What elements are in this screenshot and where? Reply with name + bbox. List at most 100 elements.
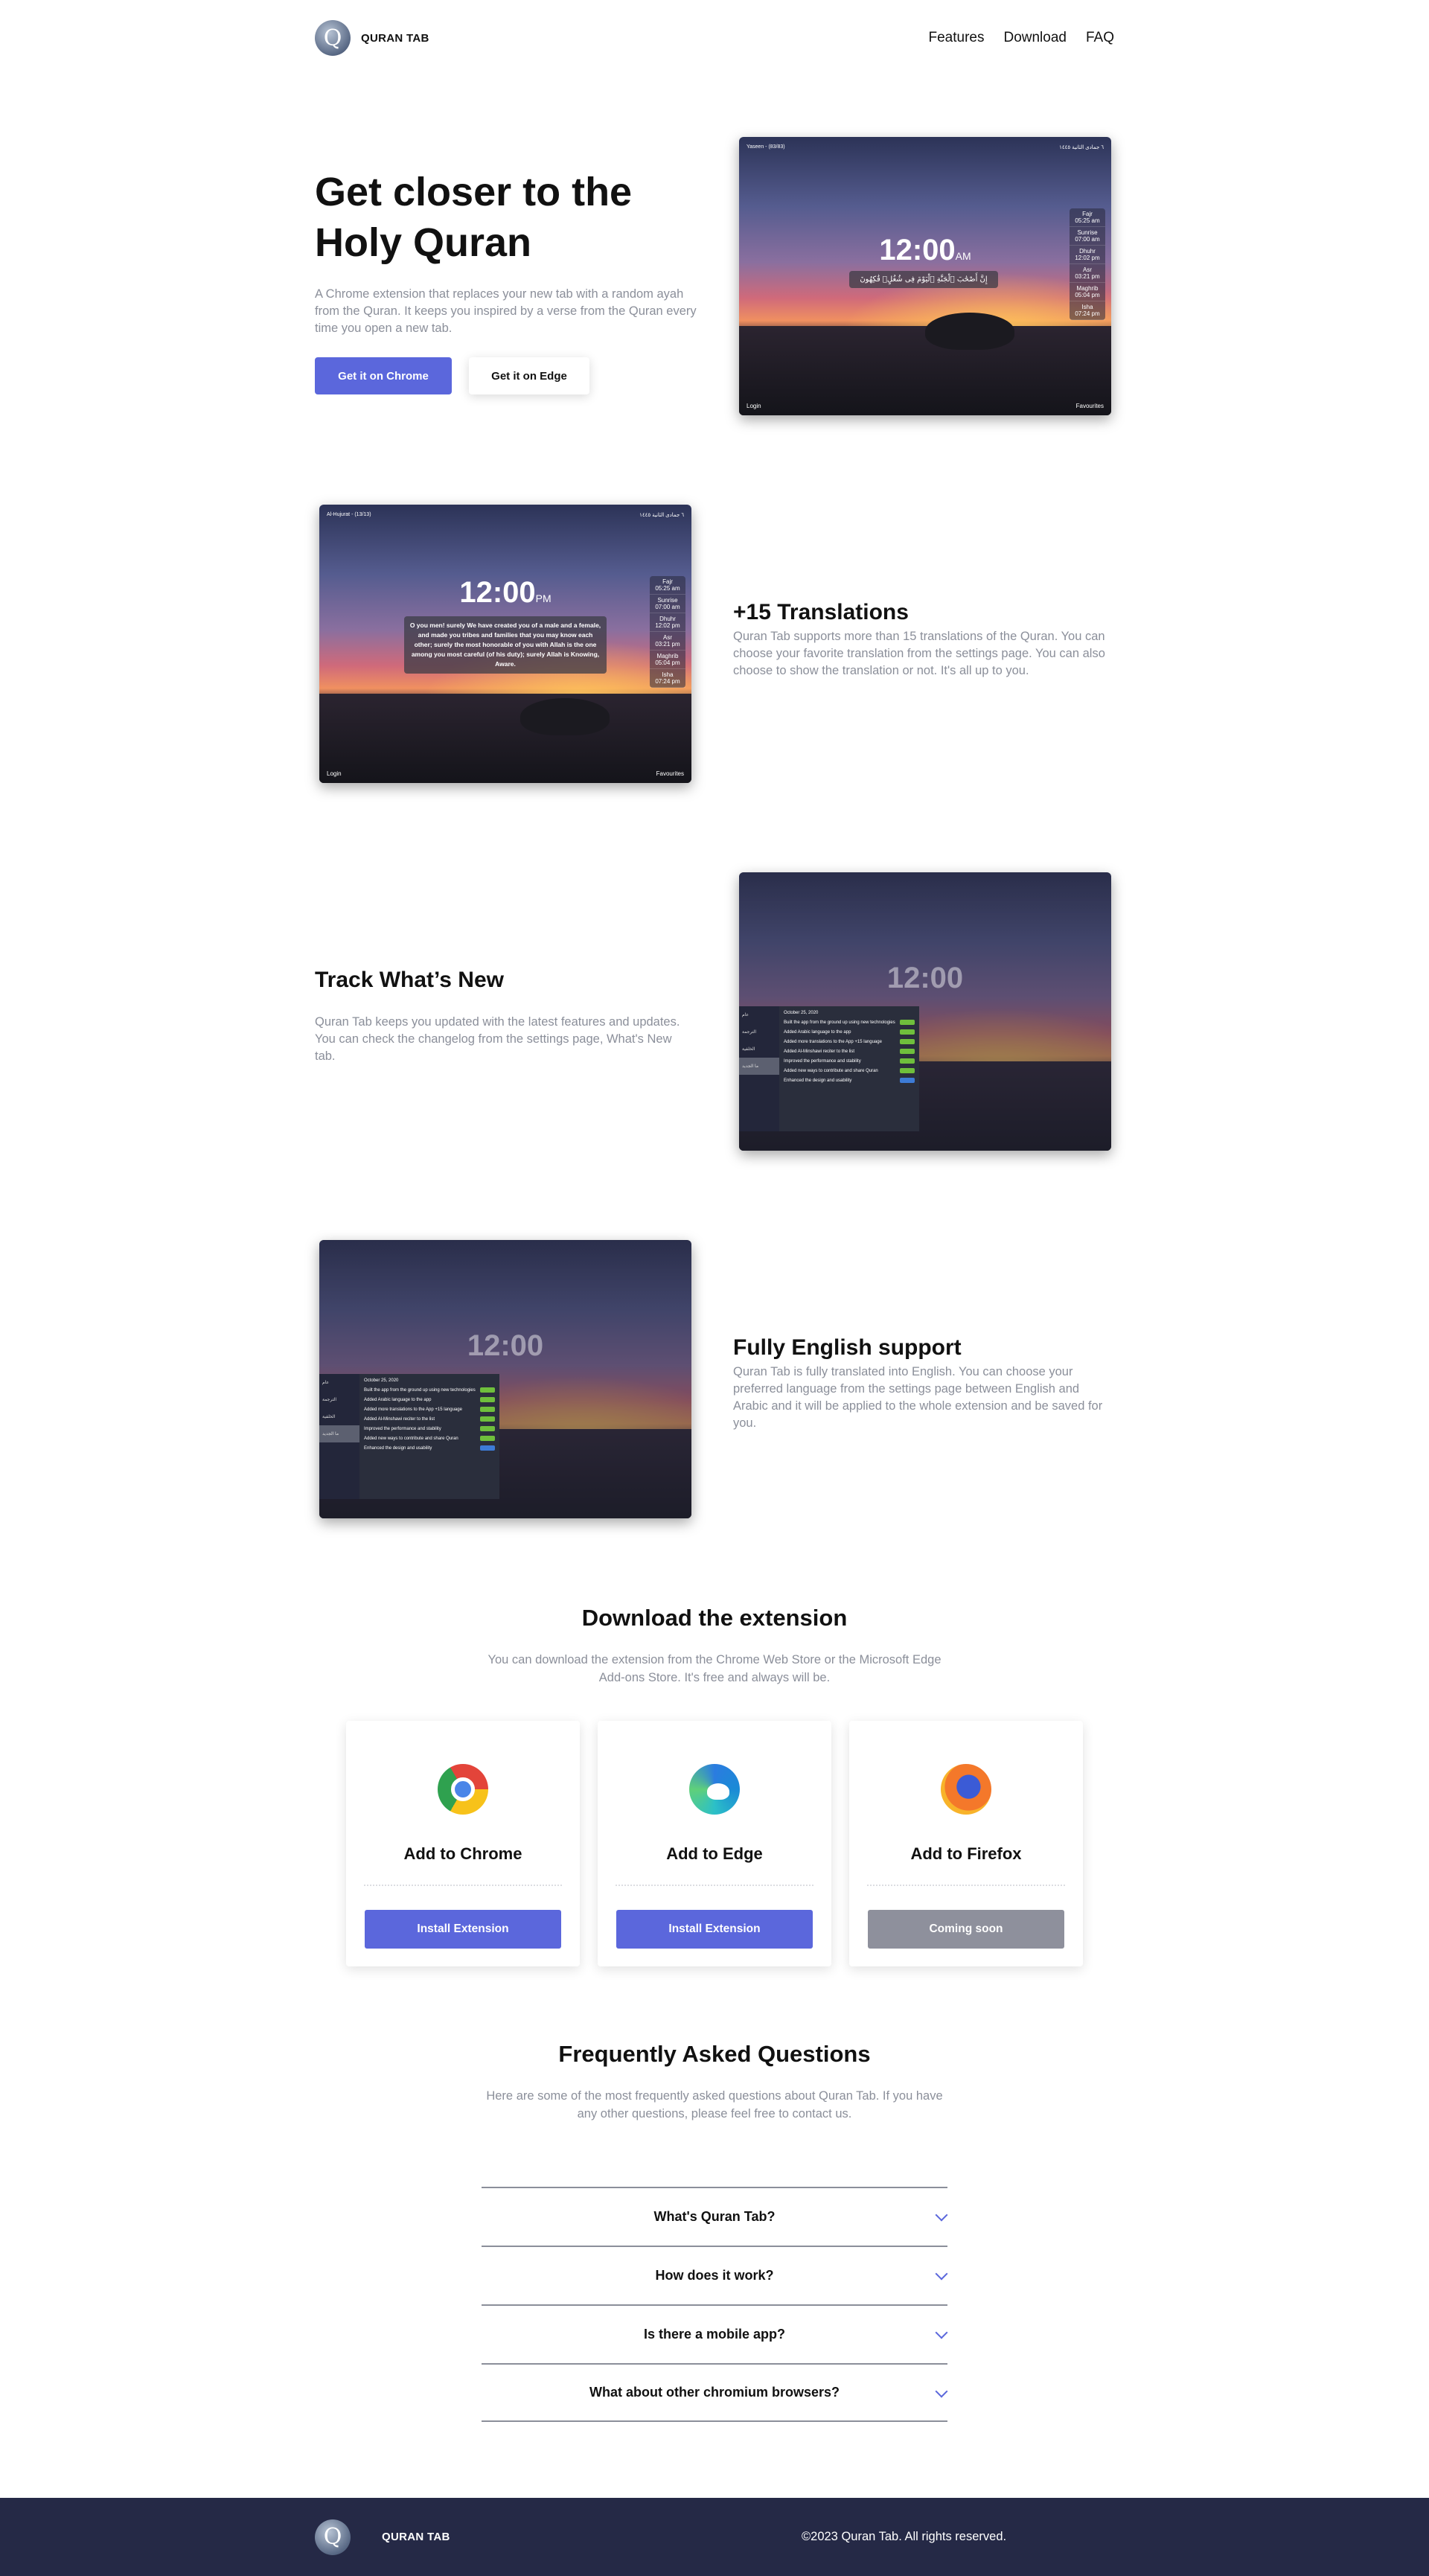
footer-brand-name: QURAN TAB bbox=[382, 2531, 450, 2543]
prayer-maghrib: Maghrib 05:04 pm bbox=[650, 651, 685, 669]
screenshot-favourites: Favourites bbox=[656, 770, 684, 777]
feature-english-desc: Quran Tab is fully translated into Engli… bbox=[733, 1365, 1103, 1430]
changelog-date: October 25, 2020 bbox=[784, 1011, 819, 1015]
prayer-isha: Isha 07:24 pm bbox=[1070, 301, 1105, 320]
install-chrome-button[interactable]: Install Extension bbox=[365, 1910, 561, 1949]
get-chrome-button[interactable]: Get it on Chrome bbox=[315, 357, 452, 394]
changelog-item: Enhanced the design and usability bbox=[784, 1078, 915, 1083]
screenshot-hijri: ٦ جمادى الثانية ١٤٤٥ bbox=[1059, 145, 1104, 150]
prayer-fajr: Fajr 05:25 am bbox=[650, 576, 685, 595]
edge-card: Add to Edge Install Extension bbox=[598, 1721, 831, 1966]
clock-time: 12:00 bbox=[879, 234, 956, 266]
clock-pm: PM bbox=[535, 592, 552, 604]
hero-title-line1: Get closer to the bbox=[315, 170, 633, 214]
changelog-list: October 25, 2020 Built the app from the … bbox=[779, 1006, 919, 1131]
faq-item[interactable]: Is there a mobile app? bbox=[482, 2304, 948, 2363]
prayer-sunrise: Sunrise 07:00 am bbox=[1070, 227, 1105, 246]
nav-download[interactable]: Download bbox=[1003, 30, 1067, 46]
install-edge-button[interactable]: Install Extension bbox=[616, 1910, 813, 1949]
chevron-down-icon[interactable] bbox=[935, 2326, 948, 2339]
site-footer: Q QURAN TAB ©2023 Quran Tab. All rights … bbox=[0, 2498, 1429, 2576]
screenshot-clock: 12:00AM bbox=[739, 234, 1111, 267]
settings-tab-general: عام bbox=[742, 1013, 749, 1017]
nav-features[interactable]: Features bbox=[929, 30, 985, 46]
screenshot-login: Login bbox=[747, 403, 761, 409]
screenshot-clock: 12:00PM bbox=[319, 576, 691, 610]
feature-whats-new-desc: Quran Tab keeps you updated with the lat… bbox=[315, 1015, 680, 1063]
copyright-text: ©2023 Quran Tab. All rights reserved. bbox=[802, 2530, 1007, 2543]
settings-tab-whats-new: ما الجديد bbox=[739, 1058, 779, 1075]
prayer-dhuhr: Dhuhr 12:02 pm bbox=[1070, 246, 1105, 264]
hero-title: Get closer to the Holy Quran bbox=[315, 167, 702, 268]
settings-tab-translation: الترجمة bbox=[742, 1030, 757, 1035]
translations-screenshot: Al-Hujurat - (13/13) ٦ جمادى الثانية ١٤٤… bbox=[319, 505, 691, 783]
faq-title: Frequently Asked Questions bbox=[558, 2041, 871, 2067]
clock-ampm: AM bbox=[955, 250, 971, 262]
faq-subtitle: Here are some of the most frequently ask… bbox=[486, 2089, 943, 2120]
settings-tab-background: الخلفية bbox=[322, 1415, 336, 1419]
faq-item[interactable]: What about other chromium browsers? bbox=[482, 2363, 948, 2422]
brand[interactable]: Q QURAN TAB bbox=[315, 20, 429, 56]
changelog-item: Improved the performance and stability bbox=[784, 1058, 915, 1064]
main-nav: Features Download FAQ bbox=[929, 30, 1115, 46]
faq-question: Is there a mobile app? bbox=[643, 2327, 786, 2342]
screenshot-bottombar: Login Favourites bbox=[747, 403, 1104, 409]
chevron-down-icon[interactable] bbox=[935, 2385, 948, 2398]
changelog-date: October 25, 2020 bbox=[364, 1378, 399, 1383]
prayer-times-panel: Fajr 05:25 am Sunrise 07:00 am Dhuhr 12:02 … bbox=[650, 576, 685, 688]
changelog-item: Added new ways to contribute and share Q… bbox=[784, 1068, 915, 1073]
screenshot-favourites: Favourites bbox=[1075, 403, 1104, 409]
tree-silhouette bbox=[520, 698, 610, 735]
prayer-isha: Isha 07:24 pm bbox=[650, 669, 685, 688]
faq-item[interactable]: How does it work? bbox=[482, 2246, 948, 2304]
changelog-panel: عام الترجمة الخلفية ما الجديد October 25… bbox=[319, 1374, 499, 1499]
footer-brand[interactable]: Q QURAN TAB bbox=[315, 2519, 450, 2555]
hero-screenshot: Yaseen - (83/83) ٦ جمادى الثانية ١٤٤٥ 12… bbox=[739, 137, 1111, 415]
faq-question: How does it work? bbox=[655, 2268, 774, 2283]
nav-faq[interactable]: FAQ bbox=[1086, 30, 1114, 46]
changelog-item: Built the app from the ground up using n… bbox=[784, 1020, 915, 1025]
changelog-item: Added more translations to the App +15 l… bbox=[364, 1407, 495, 1412]
changelog-item: Added Arabic language to the app bbox=[784, 1029, 915, 1035]
screenshot-surah: Yaseen - (83/83) bbox=[747, 144, 785, 150]
screenshot-clock: 12:00 bbox=[739, 962, 1111, 995]
chevron-down-icon[interactable] bbox=[935, 2208, 948, 2222]
feature-whats-new-title: Track What’s New bbox=[315, 968, 504, 992]
changelog-item: Built the app from the ground up using n… bbox=[364, 1387, 495, 1393]
prayer-times-panel: Fajr 05:25 am Sunrise 07:00 am Dhuhr 12:02 … bbox=[1070, 208, 1105, 320]
changelog-list: October 25, 2020 Built the app from the … bbox=[359, 1374, 499, 1499]
settings-tab-background: الخلفية bbox=[742, 1047, 755, 1052]
get-edge-button[interactable]: Get it on Edge bbox=[469, 357, 589, 394]
settings-tab-general: عام bbox=[322, 1381, 330, 1385]
firefox-icon bbox=[941, 1764, 991, 1815]
clock-time: 12:00 bbox=[459, 576, 536, 609]
screenshot-clock: 12:00 bbox=[319, 1329, 691, 1363]
faq-list: What's Quran Tab? How does it work? Is t… bbox=[482, 2187, 948, 2422]
download-subtitle: You can download the extension from the … bbox=[487, 1653, 942, 1684]
changelog-item: Added Al-Minshawi reciter to the list bbox=[364, 1416, 495, 1422]
feature-english-title: Fully English support bbox=[733, 1335, 962, 1360]
firefox-coming-soon-button: Coming soon bbox=[868, 1910, 1064, 1949]
screenshot-hijri: ٦ جمادى الثانية ١٤٤٥ bbox=[639, 513, 684, 518]
clock-time: 12:00 bbox=[467, 1329, 544, 1362]
faq-item[interactable]: What's Quran Tab? bbox=[482, 2187, 948, 2246]
hero-title-line2: Holy Quran bbox=[315, 220, 532, 265]
screenshot-topbar: Yaseen - (83/83) ٦ جمادى الثانية ١٤٤٥ bbox=[747, 144, 1104, 150]
faq-question: What about other chromium browsers? bbox=[589, 2385, 840, 2400]
screenshot-surah: Al-Hujurat - (13/13) bbox=[327, 512, 371, 517]
changelog-item: Enhanced the design and usability bbox=[364, 1445, 495, 1451]
prayer-dhuhr: Dhuhr 12:02 pm bbox=[650, 613, 685, 632]
download-title: Download the extension bbox=[581, 1605, 848, 1631]
hero-description: A Chrome extension that replaces your ne… bbox=[315, 287, 697, 335]
settings-tabs: عام الترجمة الخلفية ما الجديد bbox=[319, 1374, 359, 1499]
site-header: Q QURAN TAB Features Download FAQ bbox=[315, 0, 1114, 76]
prayer-asr: Asr 03:21 pm bbox=[650, 632, 685, 651]
edge-icon bbox=[689, 1764, 740, 1815]
prayer-fajr: Fajr 05:25 am bbox=[1070, 208, 1105, 227]
prayer-sunrise: Sunrise 07:00 am bbox=[650, 595, 685, 613]
changelog-item: Improved the performance and stability bbox=[364, 1426, 495, 1431]
tree-silhouette bbox=[925, 313, 1014, 350]
chevron-down-icon[interactable] bbox=[935, 2267, 948, 2281]
divider bbox=[867, 1885, 1065, 1886]
divider bbox=[616, 1885, 813, 1886]
